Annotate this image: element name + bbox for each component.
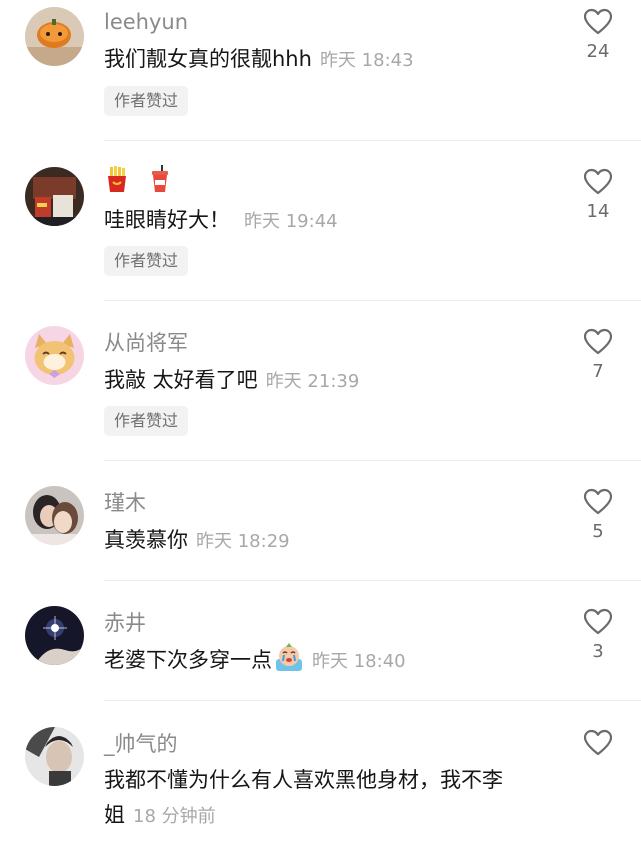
heart-icon[interactable] xyxy=(583,608,613,635)
like-button[interactable]: 7 xyxy=(580,328,616,383)
avatar[interactable] xyxy=(25,727,84,786)
heart-icon[interactable] xyxy=(583,488,613,515)
comment-text: 我都不懂为什么有人喜欢黑他身材，我不李 xyxy=(104,768,503,792)
avatar[interactable] xyxy=(25,7,84,66)
username[interactable]: _帅气的 xyxy=(104,731,178,757)
comment-body: 我们靓女真的很靓hhh 昨天 18:43 xyxy=(104,42,564,78)
comment-item: 瑾木 真羡慕你 昨天 18:29 5 xyxy=(0,461,641,581)
comment-time: 昨天 21:39 xyxy=(265,371,360,392)
comment-item: 哇眼睛好大！ 昨天 19:44 作者赞过 14 xyxy=(0,141,641,301)
comment-body: 老婆下次多穿一点 昨天 18:40 xyxy=(104,643,564,679)
comment-body: 哇眼睛好大！ 昨天 19:44 xyxy=(104,203,564,239)
username[interactable]: leehyun xyxy=(104,9,188,35)
crying-sticker-icon xyxy=(276,643,302,671)
comment-time: 昨天 18:29 xyxy=(196,531,290,552)
username[interactable]: 从尚将军 xyxy=(104,330,188,356)
comment-body: 我敲 太好看了吧 昨天 21:39 xyxy=(104,363,564,399)
comment-time: 18 分钟前 xyxy=(133,806,216,827)
heart-icon[interactable] xyxy=(583,168,613,195)
heart-icon[interactable] xyxy=(583,328,613,355)
comment-list: leehyun 我们靓女真的很靓hhh 昨天 18:43 作者赞过 24 哇眼睛… xyxy=(0,0,641,856)
comment-text-line2: 姐 xyxy=(104,803,125,827)
avatar[interactable] xyxy=(25,486,84,545)
author-liked-badge: 作者赞过 xyxy=(104,86,189,116)
heart-icon[interactable] xyxy=(583,729,613,756)
comment-text: 我们靓女真的很靓hhh xyxy=(104,47,312,71)
heart-icon[interactable] xyxy=(583,8,613,35)
author-liked-badge: 作者赞过 xyxy=(104,406,189,436)
comment-item: _帅气的 我都不懂为什么有人喜欢黑他身材，我不李 姐 18 分钟前 xyxy=(0,701,641,856)
like-count: 24 xyxy=(586,41,610,62)
like-button[interactable]: 14 xyxy=(580,168,616,223)
comment-text: 老婆下次多穿一点 xyxy=(104,648,272,672)
avatar[interactable] xyxy=(25,326,84,385)
like-count: 14 xyxy=(586,201,610,222)
comment-time: 昨天 18:40 xyxy=(312,651,406,672)
comment-item: 赤井 老婆下次多穿一点 昨天 18:40 3 xyxy=(0,581,641,701)
like-button[interactable] xyxy=(580,729,616,762)
comment-time: 昨天 19:44 xyxy=(244,211,338,232)
comment-text: 真羡慕你 xyxy=(104,528,188,552)
username[interactable]: 瑾木 xyxy=(104,490,146,516)
username[interactable]: 赤井 xyxy=(104,610,146,636)
username[interactable] xyxy=(104,165,171,193)
like-button[interactable]: 5 xyxy=(580,488,616,543)
fries-icon xyxy=(108,166,126,192)
like-count: 3 xyxy=(592,641,604,662)
like-count: 5 xyxy=(592,521,604,542)
drink-cup-icon xyxy=(151,165,168,192)
like-count: 7 xyxy=(592,361,604,382)
comment-item: 从尚将军 我敲 太好看了吧 昨天 21:39 作者赞过 7 xyxy=(0,301,641,461)
comment-time: 昨天 18:43 xyxy=(319,50,414,71)
like-button[interactable]: 3 xyxy=(580,608,616,663)
like-button[interactable]: 24 xyxy=(580,8,616,63)
comment-body: 真羡慕你 昨天 18:29 xyxy=(104,523,564,559)
avatar[interactable] xyxy=(25,167,84,226)
comment-body: 姐 18 分钟前 xyxy=(104,798,564,834)
comment-text: 哇眼睛好大！ xyxy=(104,208,230,232)
avatar[interactable] xyxy=(25,606,84,665)
comment-text: 我敲 太好看了吧 xyxy=(104,368,258,392)
author-liked-badge: 作者赞过 xyxy=(104,246,189,276)
comment-item: leehyun 我们靓女真的很靓hhh 昨天 18:43 作者赞过 24 xyxy=(0,0,641,140)
